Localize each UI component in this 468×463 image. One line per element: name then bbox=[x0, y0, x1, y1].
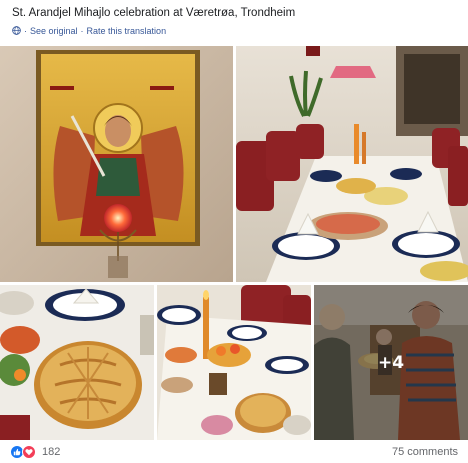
photo-pie-closeup[interactable] bbox=[0, 285, 154, 440]
reaction-count: 182 bbox=[42, 445, 61, 458]
pie-closeup-image bbox=[0, 285, 154, 440]
translation-row: · See original · Rate this translation bbox=[12, 24, 166, 37]
photo-candle-table[interactable] bbox=[157, 285, 311, 440]
translation-separator-lead: · bbox=[24, 25, 27, 36]
translation-separator: · bbox=[80, 25, 84, 36]
rate-translation-link[interactable]: Rate this translation bbox=[87, 26, 167, 36]
photo-dining-table[interactable] bbox=[236, 46, 468, 282]
more-photos-overlay[interactable]: +4 bbox=[314, 285, 468, 440]
globe-icon bbox=[12, 26, 21, 35]
see-original-link[interactable]: See original bbox=[30, 26, 78, 36]
photo-icon-archangel[interactable] bbox=[0, 46, 233, 282]
archangel-icon-image bbox=[0, 46, 233, 282]
candle-table-image bbox=[157, 285, 311, 440]
photo-guests-more[interactable]: +4 bbox=[314, 285, 468, 440]
post-footer: 182 75 comments bbox=[0, 440, 468, 463]
love-reaction-icon bbox=[22, 444, 36, 459]
comments-count-link[interactable]: 75 comments bbox=[392, 446, 458, 458]
reactions-summary[interactable]: 182 bbox=[10, 444, 61, 459]
photo-grid: +4 bbox=[0, 46, 468, 440]
dining-table-image bbox=[236, 46, 468, 282]
post-text: St. Arandjel Mihajlo celebration at Være… bbox=[12, 7, 296, 19]
more-photos-count: +4 bbox=[377, 352, 405, 373]
